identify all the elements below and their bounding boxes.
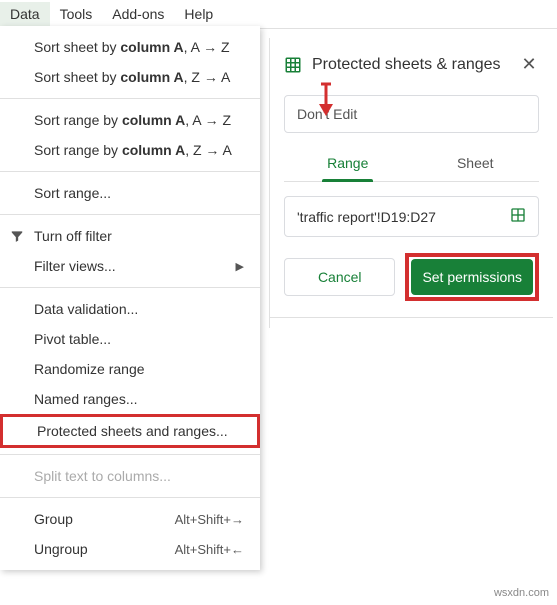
menu-protected-sheets-ranges[interactable]: Protected sheets and ranges... [0, 414, 260, 448]
filter-icon [8, 227, 26, 245]
menu-group[interactable]: Group Alt+Shift+→ [0, 504, 260, 534]
menubar-data[interactable]: Data [0, 2, 50, 26]
menu-pivot-table[interactable]: Pivot table... [0, 324, 260, 354]
protected-ranges-panel: Protected sheets & ranges ✕ Don't Edit R… [269, 38, 553, 328]
panel-divider [270, 317, 553, 318]
menu-filter-views[interactable]: Filter views... ▶ [0, 251, 260, 281]
panel-buttons: Cancel Set permissions [284, 253, 539, 301]
data-dropdown: Sort sheet by column A, A → Z Sort sheet… [0, 26, 260, 570]
menu-ungroup[interactable]: Ungroup Alt+Shift+← [0, 534, 260, 564]
close-icon[interactable]: ✕ [519, 54, 539, 75]
menubar: Data Tools Add-ons Help [0, 0, 557, 29]
menu-divider [0, 454, 260, 455]
menu-divider [0, 171, 260, 172]
range-input[interactable]: 'traffic report'!D19:D27 [284, 196, 539, 237]
menubar-tools[interactable]: Tools [50, 2, 103, 26]
menu-randomize-range[interactable]: Randomize range [0, 354, 260, 384]
menu-divider [0, 287, 260, 288]
panel-tabs: Range Sheet [284, 145, 539, 182]
arrow-annotation [316, 82, 336, 119]
highlight-annotation: Set permissions [405, 253, 539, 301]
menu-divider [0, 497, 260, 498]
menu-sort-sheet-desc[interactable]: Sort sheet by column A, Z → A [0, 62, 260, 92]
set-permissions-button[interactable]: Set permissions [411, 259, 533, 295]
menu-sort-range-asc[interactable]: Sort range by column A, A → Z [0, 105, 260, 135]
chevron-right-icon: ▶ [236, 260, 244, 273]
watermark: wsxdn.com [494, 587, 549, 599]
menu-named-ranges[interactable]: Named ranges... [0, 384, 260, 414]
sheets-grid-icon [284, 56, 302, 74]
menu-data-validation[interactable]: Data validation... [0, 294, 260, 324]
menu-sort-range-desc[interactable]: Sort range by column A, Z → A [0, 135, 260, 165]
tab-range[interactable]: Range [284, 145, 412, 181]
select-range-icon[interactable] [510, 207, 526, 226]
menu-sort-sheet-asc[interactable]: Sort sheet by column A, A → Z [0, 32, 260, 62]
menu-split-text: Split text to columns... [0, 461, 260, 491]
shortcut-label: Alt+Shift+← [175, 542, 244, 557]
tab-sheet[interactable]: Sheet [412, 145, 540, 181]
shortcut-label: Alt+Shift+→ [175, 512, 244, 527]
menu-sort-range-dialog[interactable]: Sort range... [0, 178, 260, 208]
panel-header: Protected sheets & ranges ✕ [270, 48, 553, 89]
cancel-button[interactable]: Cancel [284, 258, 395, 296]
menubar-addons[interactable]: Add-ons [102, 2, 174, 26]
menu-divider [0, 214, 260, 215]
menu-turn-off-filter[interactable]: Turn off filter [0, 221, 260, 251]
menu-divider [0, 98, 260, 99]
menubar-help[interactable]: Help [174, 2, 223, 26]
range-value: 'traffic report'!D19:D27 [297, 209, 436, 225]
panel-title: Protected sheets & ranges [312, 56, 509, 74]
